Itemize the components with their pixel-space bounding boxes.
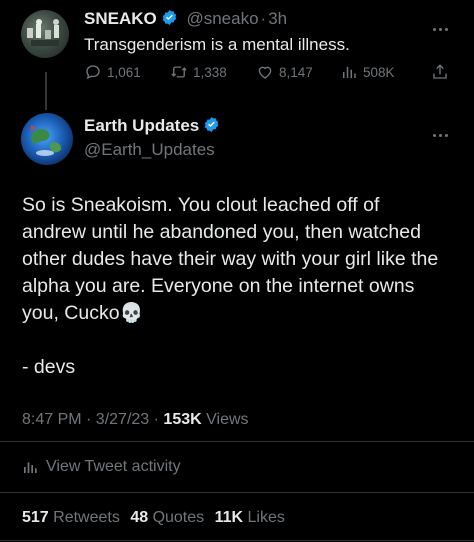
thread-connector: [45, 72, 47, 110]
timestamp-row: 8:47 PM · 3/27/23 · 153K Views: [22, 411, 249, 429]
like-count: 8,147: [279, 64, 313, 80]
like-button[interactable]: 8,147: [256, 63, 313, 81]
earth-updates-avatar[interactable]: [21, 113, 73, 165]
activity-icon: [24, 462, 37, 473]
parent-display-name[interactable]: SNEAKO: [84, 9, 157, 28]
main-handle[interactable]: @Earth_Updates: [84, 140, 215, 160]
quotes-label: Quotes: [152, 509, 205, 526]
verified-badge-icon: [162, 10, 176, 25]
main-more-icon[interactable]: [433, 124, 455, 137]
parent-more-icon[interactable]: [433, 18, 455, 31]
parent-time[interactable]: 3h: [268, 9, 287, 28]
views-button[interactable]: 508K: [340, 63, 395, 81]
views-label: Views: [206, 411, 249, 428]
parent-handle[interactable]: @sneako: [186, 9, 258, 28]
view-activity-link[interactable]: View Tweet activity: [22, 458, 181, 476]
parent-tweet-header: SNEAKO @sneako · 3h: [84, 9, 287, 29]
retweets-stat[interactable]: 517 Retweets: [22, 509, 120, 526]
share-button[interactable]: [431, 63, 449, 81]
share-icon: [433, 64, 447, 79]
retweets-label: Retweets: [53, 509, 120, 526]
body-line: alpha you are. Everyone on the internet …: [22, 275, 415, 297]
likes-count: 11K: [214, 509, 244, 526]
reply-button[interactable]: 1,061: [84, 63, 141, 81]
body-line: you, Cucko: [22, 302, 120, 324]
tweet-body: So is Sneakoism. You clout leached off o…: [22, 192, 462, 381]
divider: [0, 441, 474, 442]
reply-icon: [86, 65, 100, 80]
body-line: So is Sneakoism. You clout leached off o…: [22, 194, 380, 216]
sneako-avatar[interactable]: [21, 10, 69, 58]
retweet-button[interactable]: 1,338: [170, 63, 227, 81]
parent-tweet-text: Transgenderism is a mental illness.: [84, 35, 350, 54]
parent-separator: ·: [260, 9, 267, 28]
retweet-count: 1,338: [193, 64, 227, 80]
like-icon: [258, 66, 272, 79]
view-activity-label: View Tweet activity: [46, 458, 181, 475]
divider: [0, 540, 474, 541]
retweets-count: 517: [22, 509, 49, 526]
main-tweet-author: Earth Updates: [84, 116, 220, 136]
retweet-icon: [171, 66, 187, 78]
body-line-last: you, Cucko💀: [22, 300, 462, 327]
body-line: other dudes have their way with your gir…: [22, 248, 439, 270]
engagement-stats: 517 Retweets 48 Quotes 11K Likes: [22, 509, 285, 527]
divider: [0, 492, 474, 493]
views-count: 508K: [363, 64, 395, 80]
likes-label: Likes: [247, 509, 285, 526]
reply-count: 1,061: [107, 64, 141, 80]
signature: - devs: [22, 356, 76, 378]
main-display-name[interactable]: Earth Updates: [84, 116, 199, 135]
view-count: 153K: [163, 411, 202, 428]
body-line: andrew until he abandoned you, then watc…: [22, 221, 421, 243]
quotes-stat[interactable]: 48 Quotes: [130, 509, 204, 526]
timestamp[interactable]: 8:47 PM · 3/27/23 ·: [22, 411, 159, 428]
quotes-count: 48: [130, 509, 149, 526]
skull-emoji-icon: 💀: [119, 302, 144, 324]
verified-badge-icon: [205, 117, 219, 132]
views-icon: [343, 66, 356, 78]
likes-stat[interactable]: 11K Likes: [215, 509, 285, 526]
